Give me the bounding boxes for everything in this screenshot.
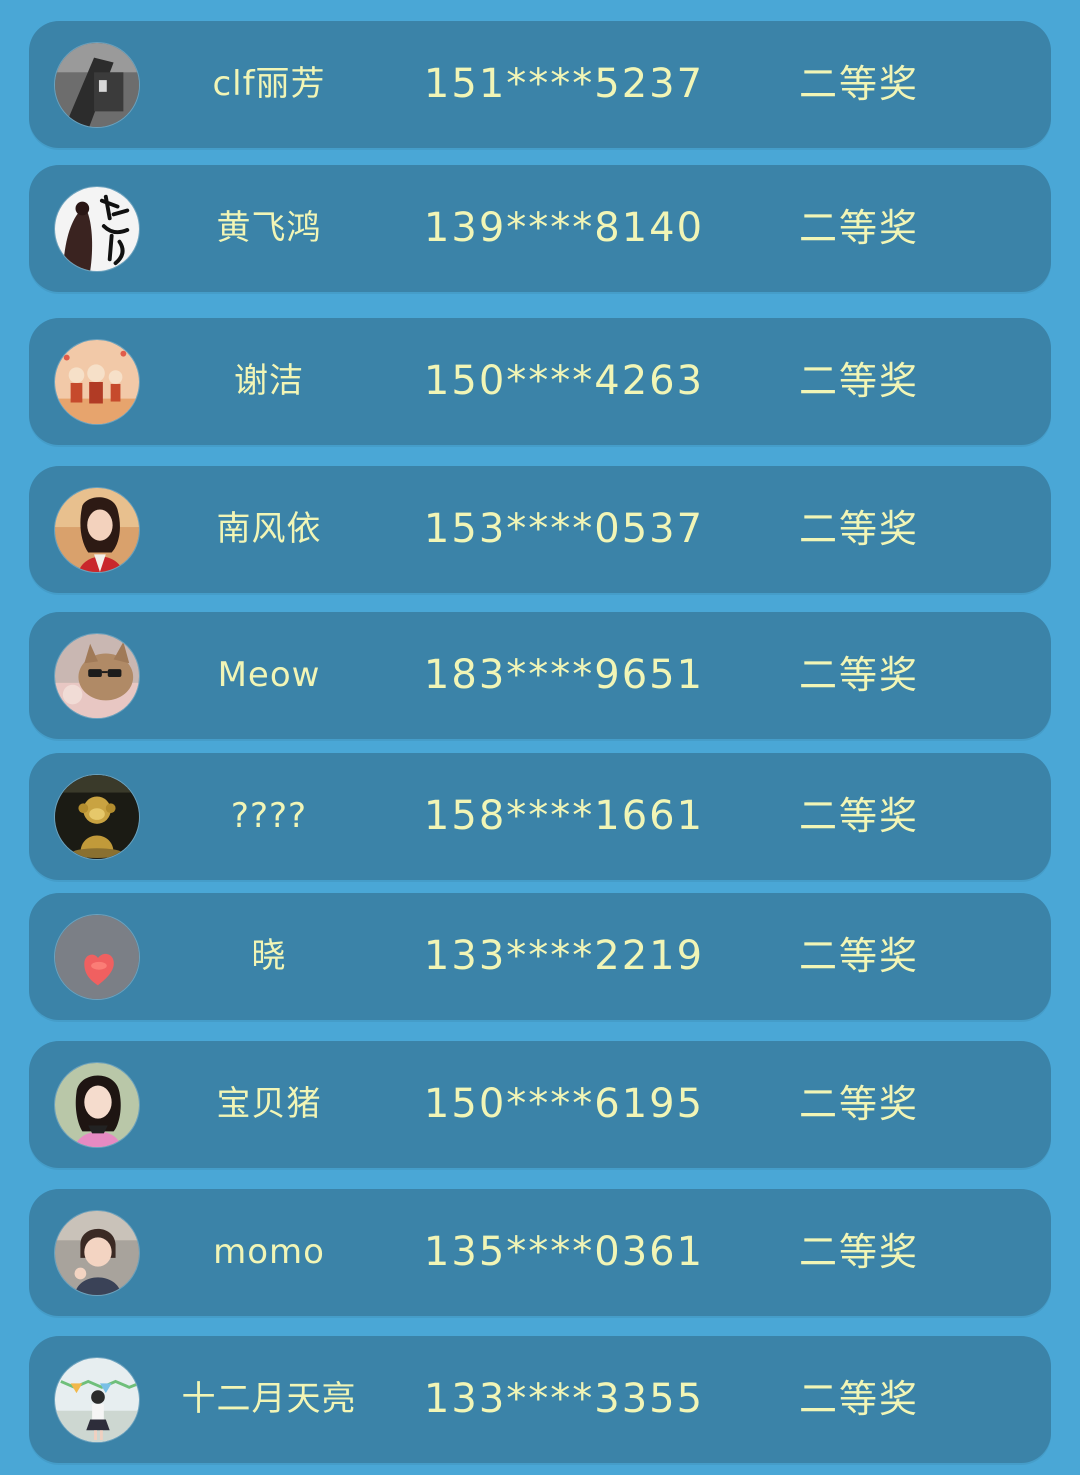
photo-avatar-icon — [54, 42, 140, 128]
winner-row: 十二月天亮 133****3355 二等奖 — [29, 1336, 1051, 1463]
portrait-avatar-icon — [54, 487, 140, 573]
winner-prize: 二等奖 — [798, 653, 919, 697]
winner-phone: 151****5237 — [423, 61, 705, 107]
winner-prize: 二等奖 — [798, 934, 919, 978]
winner-name: 晓 — [251, 936, 287, 976]
winner-phone: 158****1661 — [423, 793, 705, 839]
child-avatar-icon — [54, 1210, 140, 1296]
winner-name: Meow — [217, 655, 321, 695]
winner-prize: 二等奖 — [798, 1377, 919, 1421]
winner-name: 十二月天亮 — [181, 1379, 357, 1419]
winner-prize: 二等奖 — [798, 1230, 919, 1274]
winner-row: 宝贝猪 150****6195 二等奖 — [29, 1041, 1051, 1168]
winner-phone: 153****0537 — [423, 506, 705, 552]
winner-prize: 二等奖 — [798, 507, 919, 551]
calligraphy-avatar-icon — [54, 186, 140, 272]
family-avatar-icon — [54, 339, 140, 425]
winner-row: momo 135****0361 二等奖 — [29, 1189, 1051, 1316]
winner-list: clf丽芳 151****5237 二等奖 黄飞鸿 139****8140 二等… — [0, 0, 1080, 1475]
portrait-avatar-icon — [54, 1062, 140, 1148]
heart-avatar-icon — [54, 914, 140, 1000]
winner-row: 黄飞鸿 139****8140 二等奖 — [29, 165, 1051, 292]
winner-phone: 133****2219 — [423, 933, 705, 979]
winner-name: 宝贝猪 — [216, 1084, 322, 1124]
winner-name: momo — [213, 1232, 325, 1272]
winner-prize: 二等奖 — [798, 794, 919, 838]
winner-prize: 二等奖 — [798, 206, 919, 250]
winner-phone: 133****3355 — [423, 1376, 705, 1422]
winner-row: 南风依 153****0537 二等奖 — [29, 466, 1051, 593]
winner-row: clf丽芳 151****5237 二等奖 — [29, 21, 1051, 148]
winner-phone: 135****0361 — [423, 1229, 705, 1275]
winner-name: 谢洁 — [234, 361, 304, 401]
winner-name: ???? — [230, 796, 308, 836]
cat-avatar-icon — [54, 633, 140, 719]
winner-row: Meow 183****9651 二等奖 — [29, 612, 1051, 739]
photo-avatar-icon — [54, 1357, 140, 1443]
winner-name: 南风依 — [216, 509, 322, 549]
winner-phone: 183****9651 — [423, 652, 705, 698]
winner-phone: 150****6195 — [423, 1081, 705, 1127]
winner-row: 谢洁 150****4263 二等奖 — [29, 318, 1051, 445]
winner-name: clf丽芳 — [212, 64, 326, 104]
winner-phone: 150****4263 — [423, 358, 705, 404]
winner-prize: 二等奖 — [798, 1082, 919, 1126]
winner-row: 晓 133****2219 二等奖 — [29, 893, 1051, 1020]
winner-prize: 二等奖 — [798, 62, 919, 106]
winner-row: ???? 158****1661 二等奖 — [29, 753, 1051, 880]
winner-name: 黄飞鸿 — [216, 208, 322, 248]
winner-phone: 139****8140 — [423, 205, 705, 251]
winner-prize: 二等奖 — [798, 359, 919, 403]
monkey-avatar-icon — [54, 774, 140, 860]
